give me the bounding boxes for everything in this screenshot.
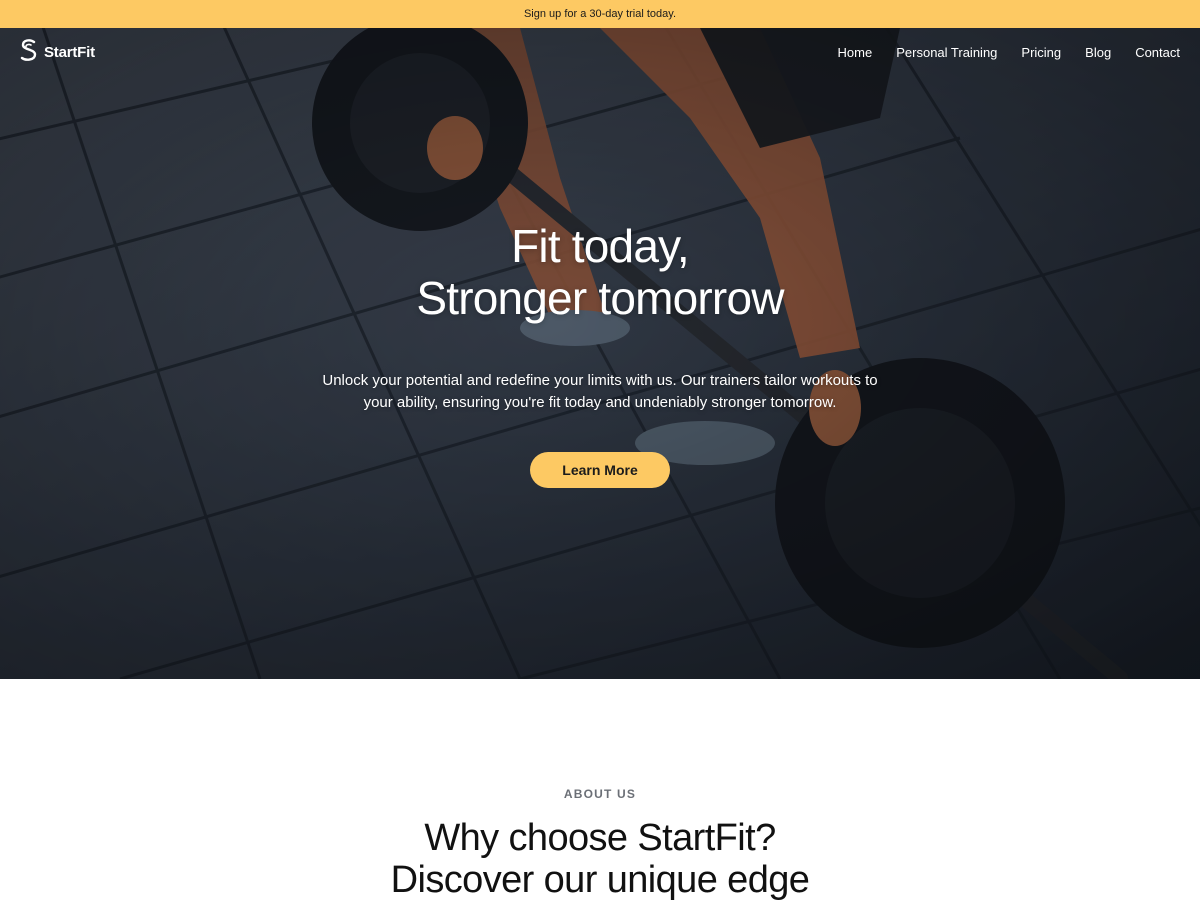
nav-link-personal-training[interactable]: Personal Training	[896, 45, 997, 60]
brand-logo[interactable]: StartFit	[20, 38, 95, 66]
hero-title-line-2: Stronger tomorrow	[416, 272, 784, 324]
nav-link-home[interactable]: Home	[838, 45, 873, 60]
about-eyebrow-label: ABOUT US	[563, 787, 637, 801]
about-title-line-2: Discover our unique edge	[390, 859, 810, 901]
learn-more-button[interactable]: Learn More	[530, 452, 670, 488]
hero-section: StartFit Home Personal Training Pricing …	[0, 28, 1200, 679]
announcement-bar: Sign up for a 30-day trial today.	[0, 0, 1200, 28]
brand-name: StartFit	[44, 43, 95, 61]
nav-link-blog[interactable]: Blog	[1085, 45, 1111, 60]
nav-link-contact[interactable]: Contact	[1135, 45, 1180, 60]
hero-title: Fit today, Stronger tomorrow	[0, 220, 1200, 324]
about-title: Why choose StartFit? Discover our unique…	[0, 817, 1200, 901]
s-logo-icon	[20, 38, 38, 66]
nav-link-pricing[interactable]: Pricing	[1021, 45, 1061, 60]
main-navigation: StartFit Home Personal Training Pricing …	[0, 28, 1200, 76]
about-section: ABOUT US Why choose StartFit? Discover o…	[0, 679, 1200, 901]
announcement-text: Sign up for a 30-day trial today.	[523, 8, 677, 20]
hero-title-line-1: Fit today,	[511, 220, 690, 272]
hero-content: Fit today, Stronger tomorrow Unlock your…	[0, 220, 1200, 488]
hero-description: Unlock your potential and redefine your …	[322, 372, 878, 411]
nav-links: Home Personal Training Pricing Blog Cont…	[838, 45, 1180, 60]
about-title-line-1: Why choose StartFit?	[424, 817, 776, 859]
